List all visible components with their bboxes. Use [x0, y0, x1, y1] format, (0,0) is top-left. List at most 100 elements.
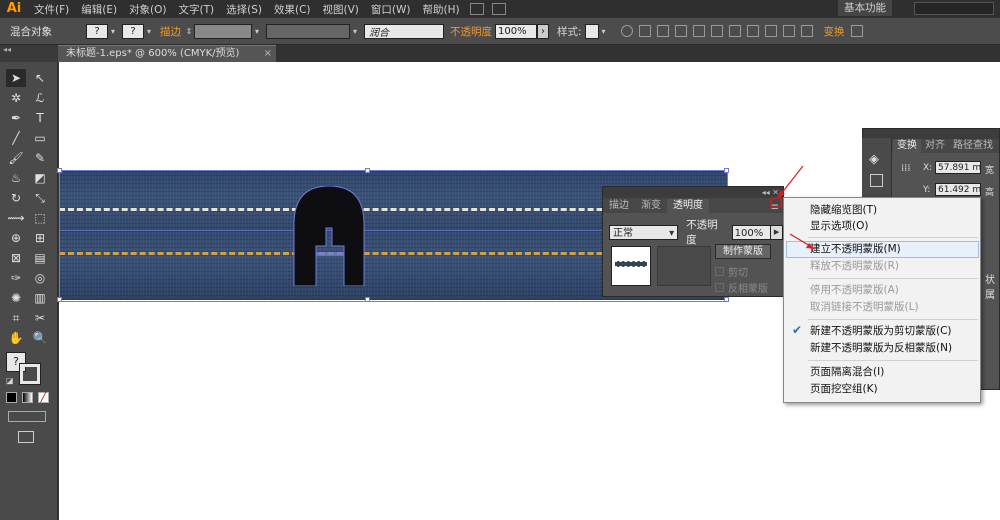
- resize-handle[interactable]: [724, 297, 729, 302]
- menu-select[interactable]: 选择(S): [220, 2, 268, 17]
- lasso-tool-icon[interactable]: ℒ: [30, 89, 50, 107]
- rectangle-tool-icon[interactable]: ▭: [30, 129, 50, 147]
- menu-file[interactable]: 文件(F): [28, 2, 75, 17]
- menu-effect[interactable]: 效果(C): [268, 2, 317, 17]
- profile-dropdown-icon[interactable]: ▾: [350, 27, 360, 36]
- x-input[interactable]: 57.891 m: [935, 161, 981, 174]
- layers-icon[interactable]: ◈: [869, 152, 879, 167]
- pen-tool-icon[interactable]: ✒: [6, 109, 26, 127]
- stroke-dropdown-icon[interactable]: ▾: [144, 27, 154, 36]
- bridge-icon[interactable]: [469, 3, 484, 15]
- distribute-center-icon[interactable]: [764, 25, 777, 37]
- none-mode-icon[interactable]: ╱: [38, 392, 49, 403]
- recolor-artwork-icon[interactable]: [620, 25, 633, 37]
- resize-handle[interactable]: [365, 168, 370, 173]
- fill-dropdown-icon[interactable]: ▾: [108, 27, 118, 36]
- arrange-documents-icon[interactable]: [491, 3, 506, 15]
- shape-builder-tool-icon[interactable]: ⊕: [6, 229, 26, 247]
- stroke-label[interactable]: 描边: [160, 24, 181, 39]
- distribute-top-icon[interactable]: [746, 25, 759, 37]
- menu-window[interactable]: 窗口(W): [365, 2, 417, 17]
- blend-mode-select[interactable]: 正常: [609, 224, 679, 241]
- menu-item-release-opacity-mask[interactable]: 释放不透明蒙版(R): [810, 258, 899, 275]
- resize-handle[interactable]: [724, 168, 729, 173]
- tab-transform[interactable]: 变换: [893, 139, 921, 153]
- close-icon[interactable]: ×: [264, 46, 272, 62]
- align-top-icon[interactable]: [692, 25, 705, 37]
- gradient-tool-icon[interactable]: ▤: [30, 249, 50, 267]
- document-tab[interactable]: 未标题-1.eps* @ 600% (CMYK/预览) ×: [58, 45, 276, 62]
- menu-view[interactable]: 视图(V): [317, 2, 365, 17]
- reference-point-icon[interactable]: ⁞⁞⁞: [901, 163, 911, 174]
- resize-handle[interactable]: [57, 297, 62, 302]
- menu-item-page-knockout-group[interactable]: 页面挖空组(K): [810, 381, 878, 398]
- width-tool-icon[interactable]: ⟿: [6, 209, 26, 227]
- screen-mode-icon[interactable]: [18, 431, 34, 443]
- menu-item-new-mask-as-clipping[interactable]: 新建不透明蒙版为剪切蒙版(C): [810, 323, 952, 340]
- variable-width-profile[interactable]: [266, 23, 350, 39]
- menu-item-make-opacity-mask[interactable]: 建立不透明蒙版(M): [810, 241, 901, 258]
- panel-menu-icon[interactable]: ≡: [771, 202, 779, 213]
- menu-edit[interactable]: 编辑(E): [75, 2, 123, 17]
- direct-selection-tool-icon[interactable]: ↖: [30, 69, 50, 87]
- stroke-swatch[interactable]: ?: [122, 23, 144, 39]
- stroke-color-swatch[interactable]: [19, 363, 41, 385]
- menu-help[interactable]: 帮助(H): [417, 2, 466, 17]
- eraser-tool-icon[interactable]: ◩: [30, 169, 50, 187]
- menu-item-disable-opacity-mask[interactable]: 停用不透明蒙版(A): [810, 282, 899, 299]
- type-tool-icon[interactable]: T: [30, 109, 50, 127]
- column-graph-tool-icon[interactable]: ▥: [30, 289, 50, 307]
- clip-checkbox[interactable]: 剪切: [715, 264, 748, 279]
- brush-definition[interactable]: 润合: [364, 23, 444, 39]
- artwork-thumbnail[interactable]: [611, 246, 651, 286]
- drawing-modes-icon[interactable]: [8, 411, 46, 422]
- isolate-icon[interactable]: [850, 25, 863, 37]
- blend-tool-icon[interactable]: ◎: [30, 269, 50, 287]
- perspective-grid-tool-icon[interactable]: ⊞: [30, 229, 50, 247]
- tab-stroke[interactable]: 描边: [603, 199, 635, 213]
- artboard-tool-icon[interactable]: ⌗: [6, 309, 26, 327]
- line-tool-icon[interactable]: ╱: [6, 129, 26, 147]
- tab-transparency[interactable]: 透明度: [667, 199, 709, 213]
- gradient-mode-icon[interactable]: [22, 392, 33, 403]
- tab-pathfinder[interactable]: 路径查找: [949, 139, 997, 153]
- align-left-icon[interactable]: [638, 25, 651, 37]
- zoom-tool-icon[interactable]: 🔍: [30, 329, 50, 347]
- invert-checkbox-box[interactable]: [715, 283, 724, 292]
- default-colors-icon[interactable]: ◪: [6, 376, 14, 385]
- hand-tool-icon[interactable]: ✋: [6, 329, 26, 347]
- style-dropdown-icon[interactable]: ▾: [599, 27, 609, 36]
- rotate-tool-icon[interactable]: ↻: [6, 189, 26, 207]
- menu-item-hide-thumbnails[interactable]: 隐藏缩览图(T): [810, 202, 877, 219]
- graphic-style-swatch[interactable]: [584, 23, 599, 39]
- panel-collapse-icon[interactable]: ◂◂ ✕: [603, 187, 783, 198]
- invert-mask-checkbox[interactable]: 反相蒙版: [715, 280, 768, 295]
- eyedropper-tool-icon[interactable]: ✑: [6, 269, 26, 287]
- menu-item-new-mask-as-inverted[interactable]: 新建不透明蒙版为反相蒙版(N): [810, 340, 952, 357]
- make-mask-button[interactable]: 制作蒙版: [715, 244, 771, 259]
- panel-opacity-arrow-icon[interactable]: ▶: [771, 224, 783, 240]
- menu-type[interactable]: 文字(T): [173, 2, 221, 17]
- free-transform-tool-icon[interactable]: ⬚: [30, 209, 50, 227]
- opacity-arrow-icon[interactable]: ›: [537, 23, 549, 39]
- resize-handle[interactable]: [57, 168, 62, 173]
- paintbrush-tool-icon[interactable]: 🖌: [6, 149, 26, 167]
- fill-swatch[interactable]: ?: [86, 23, 108, 39]
- align-middle-icon[interactable]: [710, 25, 723, 37]
- selection-tool-icon[interactable]: ➤: [6, 69, 26, 87]
- align-bottom-icon[interactable]: [728, 25, 741, 37]
- menu-item-unlink-opacity-mask[interactable]: 取消链接不透明蒙版(L): [810, 299, 919, 316]
- distribute-bottom-icon[interactable]: [782, 25, 795, 37]
- stroke-weight-dropdown-icon[interactable]: ▾: [252, 27, 262, 36]
- artboards-icon[interactable]: [870, 174, 883, 187]
- stroke-weight-stepper[interactable]: ⇕: [184, 27, 194, 36]
- slice-tool-icon[interactable]: ✂: [30, 309, 50, 327]
- scale-tool-icon[interactable]: ⤡: [30, 189, 50, 207]
- align-right-icon[interactable]: [674, 25, 687, 37]
- align-center-icon[interactable]: [656, 25, 669, 37]
- distribute-left-icon[interactable]: [800, 25, 813, 37]
- tab-gradient[interactable]: 渐变: [635, 199, 667, 213]
- y-input[interactable]: 61.492 m: [935, 183, 981, 196]
- mesh-tool-icon[interactable]: ⊠: [6, 249, 26, 267]
- panel-opacity-input[interactable]: 100%: [731, 224, 772, 240]
